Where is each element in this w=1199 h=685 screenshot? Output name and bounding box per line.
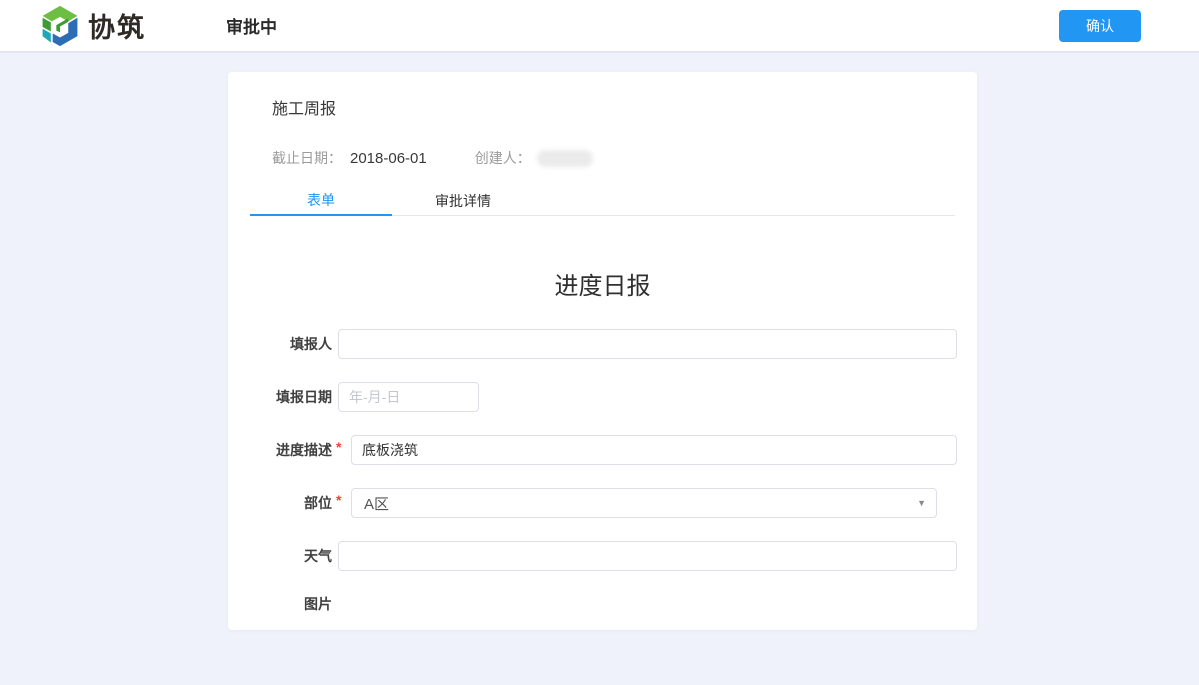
location-control: A区 ▼: [351, 488, 937, 518]
reporter-control: [338, 329, 957, 359]
creator-label: 创建人：: [475, 148, 531, 168]
approval-card: 施工周报 截止日期： 2018-06-01 创建人： 表单 审批详情 进度日报 …: [228, 72, 977, 630]
tab-form[interactable]: 表单: [250, 186, 392, 216]
logo-hexagon-icon: [38, 4, 82, 48]
deadline-label: 截止日期：: [272, 148, 342, 168]
meta-row: 截止日期： 2018-06-01 创建人：: [272, 148, 933, 168]
tab-bar: 表单 审批详情: [250, 186, 955, 216]
form-row-progress-description: 进度描述 *: [272, 435, 957, 465]
report-date-input[interactable]: [338, 382, 479, 412]
form-row-reporter: 填报人: [272, 329, 957, 359]
confirm-button[interactable]: 确认: [1059, 10, 1141, 42]
reporter-input[interactable]: [338, 329, 957, 359]
report-date-label: 填报日期: [272, 390, 332, 404]
progress-description-input[interactable]: [351, 435, 957, 465]
location-label: 部位: [272, 496, 332, 510]
required-star: *: [336, 492, 345, 508]
report-date-control: [338, 382, 479, 412]
required-star: *: [336, 439, 345, 455]
progress-description-label: 进度描述: [272, 443, 332, 457]
creator-redacted-name: [537, 150, 593, 167]
form-row-weather: 天气: [272, 541, 957, 571]
deadline-value: 2018-06-01: [350, 150, 427, 167]
weather-control: [338, 541, 957, 571]
form-row-location: 部位 * A区 ▼: [272, 488, 957, 518]
images-label: 图片: [272, 597, 332, 611]
reporter-label: 填报人: [272, 337, 332, 351]
form-title: 进度日报: [228, 266, 977, 301]
form-row-images: 图片: [272, 594, 957, 614]
progress-description-control: [351, 435, 957, 465]
form-body: 填报人 填报日期 进度描述 * 部位 * A区: [228, 329, 977, 614]
weather-label: 天气: [272, 549, 332, 563]
location-select-value: A区: [364, 493, 389, 514]
tab-approval-details[interactable]: 审批详情: [392, 186, 534, 216]
logo-text: 协筑: [88, 6, 146, 45]
page-title: 审批中: [226, 13, 277, 38]
app-logo[interactable]: 协筑: [38, 4, 146, 48]
weather-input[interactable]: [338, 541, 957, 571]
location-select[interactable]: A区: [351, 488, 937, 518]
card-title: 施工周报: [272, 95, 977, 119]
app-header: 协筑 审批中 确认: [0, 0, 1199, 53]
form-row-report-date: 填报日期: [272, 382, 957, 412]
